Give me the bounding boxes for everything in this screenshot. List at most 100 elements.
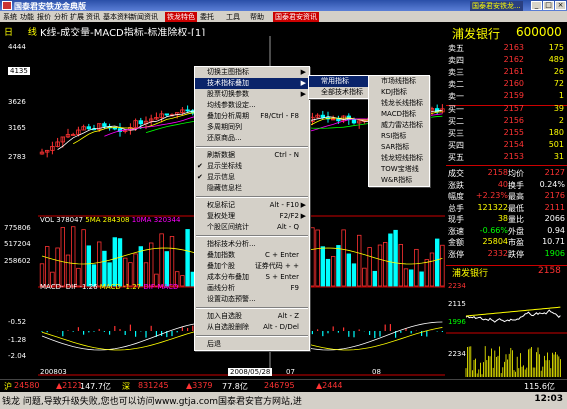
volume-bar [320, 246, 325, 287]
volume-bar [112, 237, 117, 287]
indicator-menu-item[interactable]: 市场线指标 [369, 76, 429, 87]
ask-row[interactable]: 卖二 2160 72 [448, 79, 565, 90]
indicator-label: TOW宝塔线 [381, 165, 419, 173]
bid-price: 2157 [503, 104, 524, 113]
stat-value: +2.23% [475, 191, 508, 200]
indicator-menu-item[interactable]: KDJ指标 [369, 87, 429, 98]
mini-intraday-chart[interactable] [446, 278, 567, 378]
macd-tick: -1.28 [8, 336, 27, 344]
indicator-menu-item[interactable]: 钱龙长线指标 [369, 98, 429, 109]
bid-row[interactable]: 买一 2157 39 [448, 104, 565, 115]
menu-shortcut: F9 [290, 284, 299, 292]
indicator-menu-item[interactable]: 钱龙短线指标 [369, 153, 429, 164]
check-icon: ✔ [197, 173, 203, 181]
menu-item-label: 显示坐标线 [207, 162, 242, 170]
candle-body [185, 109, 190, 112]
quote-stat: 涨跌 40 [448, 180, 508, 191]
indicator-label: W&R指标 [381, 176, 413, 184]
minimize-button[interactable]: _ [531, 1, 542, 10]
menu-10[interactable]: 工具 [226, 12, 240, 22]
close-button[interactable]: × [555, 1, 566, 10]
context-menu-item[interactable]: 画线分析 F9 [195, 283, 309, 294]
volume-bar [117, 238, 123, 287]
context-menu-item[interactable]: 隐藏信息栏 [195, 183, 309, 194]
submenu-indicators: 市场线指标 KDJ指标 钱龙长线指标 MACD指标 威力雷达指标 RSI指标 SAR指标 钱龙… [368, 75, 430, 187]
context-menu-item[interactable]: 复权处理 F2/F2 ▶ [195, 211, 309, 222]
menu-12[interactable]: 国泰君安资讯 [273, 12, 319, 22]
candle-body [320, 114, 325, 118]
mini-tick: 2234 [448, 282, 466, 290]
maximize-button[interactable]: □ [543, 1, 554, 10]
bid-volume: 2 [558, 116, 564, 125]
stat-value: 2111 [544, 202, 565, 212]
context-menu-item[interactable]: 还原商品... [195, 133, 309, 144]
context-menu-item[interactable]: 均线参数设定... [195, 100, 309, 111]
context-menu-item[interactable]: 设置动态预警... [195, 294, 309, 305]
submenu-item[interactable]: 全部技术指标 [309, 87, 369, 98]
menu-item-label: 均线参数设定... [207, 101, 256, 109]
context-menu-item[interactable]: 技术指标叠加 ▶ [195, 78, 309, 89]
stat-value: 121322 [477, 202, 508, 212]
menu-1[interactable]: 功能 [20, 12, 34, 22]
submenu-arrow-icon: ▶ [300, 212, 306, 220]
bid-row[interactable]: 买三 2155 180 [448, 128, 565, 139]
bid-row[interactable]: 买二 2156 2 [448, 116, 565, 127]
volume-bar [138, 246, 143, 287]
context-menu-item[interactable]: 从自选股删除 Alt - D/Del [195, 322, 309, 333]
clock: 12:03 [534, 394, 563, 404]
menu-9[interactable]: 委托 [200, 12, 214, 22]
indicator-menu-item[interactable]: SAR指标 [369, 142, 429, 153]
indicator-menu-item[interactable]: 威力雷达指标 [369, 120, 429, 131]
context-menu-item[interactable]: 叠加分析周期 F8/Ctrl - F8 [195, 111, 309, 122]
indicator-menu-item[interactable]: MACD指标 [369, 109, 429, 120]
menu-11[interactable]: 帮助 [250, 12, 264, 22]
context-menu-item[interactable]: 多周期同列 [195, 122, 309, 133]
bid-row[interactable]: 买五 2153 31 [448, 152, 565, 163]
indicator-menu-item[interactable]: RSI指标 [369, 131, 429, 142]
ask-row[interactable]: 卖五 2163 175 [448, 43, 565, 54]
indicator-label: RSI指标 [381, 132, 407, 140]
context-menu-item[interactable]: 指标技术分析... [195, 239, 309, 250]
menu-6[interactable]: 基本资料 [103, 12, 131, 22]
menu-8[interactable]: 铁龙特色 [165, 12, 197, 22]
ask-row[interactable]: 卖四 2162 489 [448, 55, 565, 66]
date-label: 200803 [40, 368, 67, 376]
menu-shortcut: 证券代码 + + [254, 262, 299, 270]
menu-0[interactable]: 系统 [3, 12, 17, 22]
context-menu-item[interactable]: 权息标记 Alt - F10 ▶ [195, 200, 309, 211]
context-menu-item[interactable]: 刷新数据 Ctrl - N [195, 150, 309, 161]
context-menu-item[interactable]: 显示坐标线 ✔ [195, 161, 309, 172]
menu-2[interactable]: 报价 [37, 12, 51, 22]
context-menu-item[interactable]: 显示信息 ✔ [195, 172, 309, 183]
context-menu-item[interactable]: 后退 [195, 339, 309, 350]
context-menu-item[interactable]: 叠加指数 C + Enter [195, 250, 309, 261]
menu-separator [196, 335, 308, 337]
context-menu-item[interactable]: 加入自选股 Alt - Z [195, 311, 309, 322]
menu-3[interactable]: 分析 [54, 12, 68, 22]
indicator-menu-item[interactable]: W&R指标 [369, 175, 429, 186]
menu-shortcut: C + Enter [265, 251, 299, 259]
ask-row[interactable]: 卖三 2161 26 [448, 67, 565, 78]
menu-5[interactable]: 资讯 [86, 12, 100, 22]
context-menu: 切换主图指标 ▶ 技术指标叠加 ▶ 股票切换参数 ▶ 均线参数设定... 叠加分析周期 F8/C… [194, 66, 310, 351]
quote-stat: 跌停 1906 [508, 249, 565, 260]
ask-price: 2160 [503, 79, 524, 88]
stat-label: 市盈 [508, 238, 524, 247]
menu-7[interactable]: 新闻资讯 [130, 12, 158, 22]
context-menu-item[interactable]: 股票切换参数 ▶ [195, 89, 309, 100]
submenu-overlay: 常用指标 全部技术指标 [308, 75, 370, 99]
context-menu-item[interactable]: 叠加个股 证券代码 + + [195, 261, 309, 272]
bid-row[interactable]: 买四 2154 501 [448, 140, 565, 151]
context-menu-item[interactable]: 切换主图指标 ▶ [195, 67, 309, 78]
volume-bar [325, 258, 331, 287]
menu-4[interactable]: 扩展 [70, 12, 84, 22]
bid-volume: 501 [548, 140, 564, 149]
submenu-item[interactable]: 常用指标 [309, 76, 369, 87]
ask-row[interactable]: 卖一 2159 1 [448, 91, 565, 102]
ticker-item: 深 [122, 382, 130, 391]
context-menu-item[interactable]: 成本分布叠加 S + Enter [195, 272, 309, 283]
context-menu-item[interactable]: 个股区间统计 Alt - Q [195, 222, 309, 233]
stat-label: 涨停 [448, 249, 464, 259]
ticker-item: 沪 [4, 382, 12, 391]
indicator-menu-item[interactable]: TOW宝塔线 [369, 164, 429, 175]
